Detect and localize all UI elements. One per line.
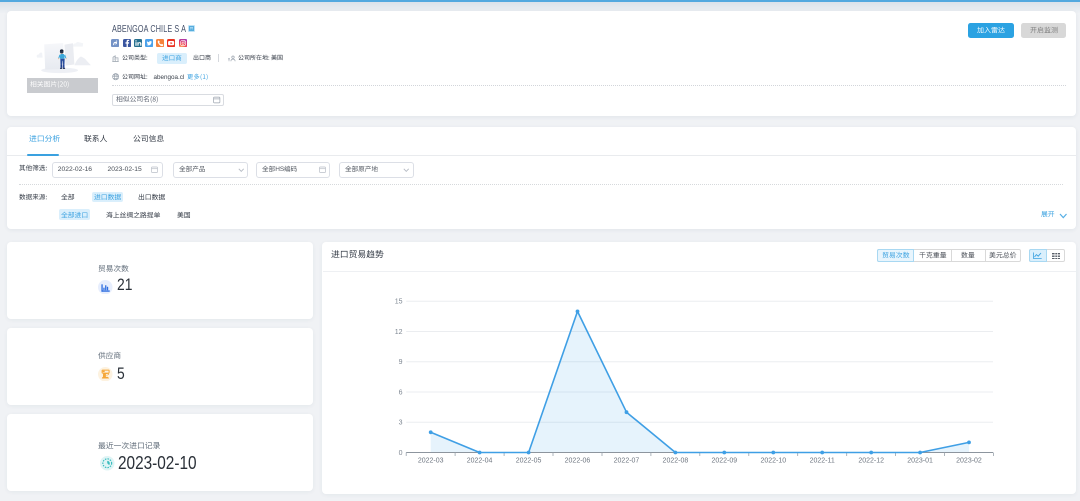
svg-text:6: 6 [399, 389, 403, 396]
svg-text:9: 9 [399, 359, 403, 366]
svg-text:2022-11: 2022-11 [810, 458, 835, 465]
svg-text:0: 0 [399, 450, 403, 457]
svg-text:2022-08: 2022-08 [663, 458, 689, 465]
svg-text:2023-02: 2023-02 [956, 458, 982, 465]
svg-text:2022-06: 2022-06 [565, 458, 591, 465]
svg-text:2022-05: 2022-05 [516, 458, 542, 465]
svg-text:3: 3 [399, 420, 403, 427]
svg-text:2023-01: 2023-01 [907, 458, 933, 465]
svg-text:2022-07: 2022-07 [614, 458, 640, 465]
svg-text:2022-03: 2022-03 [418, 458, 444, 465]
svg-text:12: 12 [395, 329, 403, 336]
svg-text:2022-04: 2022-04 [467, 458, 493, 465]
svg-text:15: 15 [395, 299, 403, 306]
svg-text:2022-09: 2022-09 [711, 458, 737, 465]
svg-text:2022-10: 2022-10 [760, 458, 786, 465]
svg-text:2022-12: 2022-12 [858, 458, 884, 465]
